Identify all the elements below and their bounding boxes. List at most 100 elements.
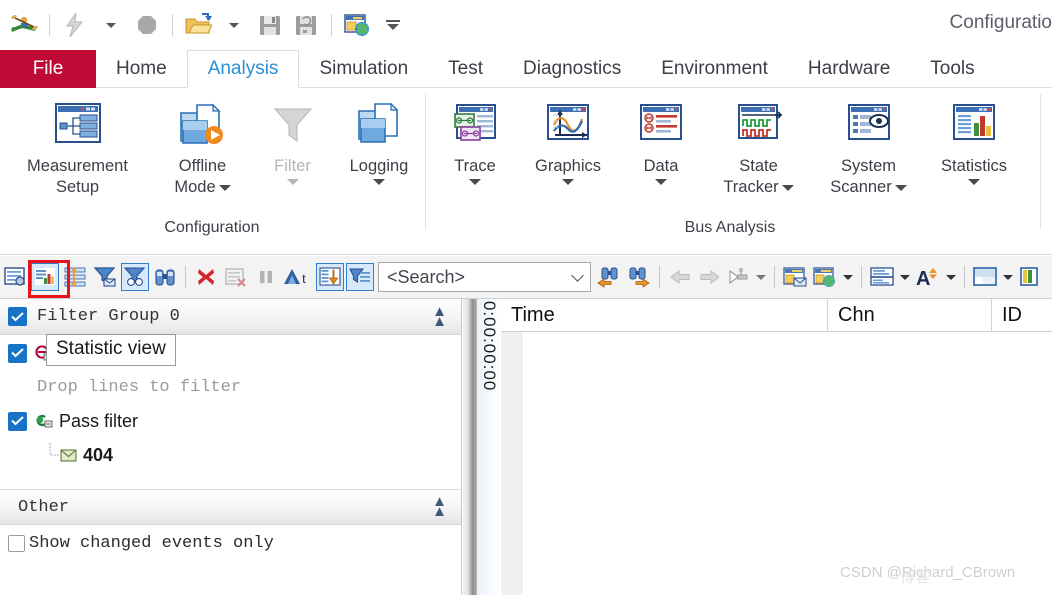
font-dropdown-icon[interactable] <box>944 263 958 291</box>
ribbon-button-offline-mode[interactable]: Offline Mode <box>155 96 250 198</box>
clear-window-icon[interactable] <box>192 263 220 291</box>
offline-mode-icon <box>177 96 229 152</box>
open-dropdown-icon[interactable] <box>217 8 251 42</box>
ribbon-label-line1: Offline <box>178 157 227 175</box>
column-layout-icon[interactable] <box>868 263 896 291</box>
ribbon-button-trace[interactable]: Trace <box>430 96 520 185</box>
find-config-icon[interactable] <box>1 263 29 291</box>
ribbon-body: Measurement Setup Offline Mode Filter Lo… <box>0 88 1052 255</box>
trace-gutter <box>501 332 523 595</box>
search-input[interactable]: <Search> <box>378 262 591 292</box>
export-dropdown-icon[interactable] <box>841 263 855 291</box>
tab-environment[interactable]: Environment <box>641 50 788 88</box>
chevron-down-icon[interactable] <box>218 184 231 191</box>
analysis-filter-icon[interactable] <box>121 263 149 291</box>
chevron-down-icon[interactable] <box>655 179 667 185</box>
tab-file[interactable]: File <box>0 50 96 88</box>
ribbon-button-data[interactable]: Data <box>616 96 706 185</box>
time-ruler-label: 0:00:00:00 <box>480 301 499 392</box>
trace-column-time[interactable]: Time <box>501 298 828 332</box>
flash-dropdown-icon[interactable] <box>94 8 128 42</box>
chevron-down-icon[interactable] <box>781 184 794 191</box>
ribbon-button-state-tracker[interactable]: State Tracker <box>706 96 811 198</box>
web-config-icon[interactable] <box>340 8 374 42</box>
filter-row-pass-filter[interactable]: Pass filter <box>0 403 461 439</box>
statistics-icon <box>948 96 1000 152</box>
trace-window: Time Chn ID <box>501 298 1052 595</box>
panel-dropdown-icon[interactable] <box>1001 263 1015 291</box>
relative-time-icon[interactable]: t <box>282 263 314 291</box>
filter-config-icon[interactable] <box>91 263 119 291</box>
remove-rows-icon[interactable] <box>222 263 250 291</box>
tab-diagnostics[interactable]: Diagnostics <box>503 50 641 88</box>
trace-column-id[interactable]: ID <box>992 299 1052 332</box>
ribbon-button-statistics[interactable]: Statistics <box>926 96 1022 185</box>
nav-forward-icon[interactable] <box>696 263 724 291</box>
pause-icon[interactable] <box>252 263 280 291</box>
font-size-icon[interactable]: A <box>914 263 942 291</box>
svg-text:A: A <box>916 268 930 288</box>
pass-filter-checkbox[interactable] <box>8 411 27 431</box>
color-legend-icon[interactable] <box>1017 263 1041 291</box>
ribbon-button-filter[interactable]: Filter <box>250 96 335 185</box>
binoculars-search-icon[interactable] <box>151 263 179 291</box>
open-folder-icon[interactable] <box>181 8 215 42</box>
filter-group-header[interactable]: Filter Group 0 ▲ ▲ <box>0 299 461 335</box>
marker-icon[interactable] <box>726 263 752 291</box>
filter-child-row[interactable]: 404 <box>0 439 461 471</box>
chevron-down-icon[interactable] <box>571 269 584 282</box>
chevron-down-icon[interactable] <box>469 179 481 185</box>
filter-group-checkbox[interactable] <box>8 307 27 326</box>
ribbon-button-graphics[interactable]: Graphics <box>520 96 616 185</box>
resize-rows-icon[interactable] <box>61 263 89 291</box>
tab-analysis[interactable]: Analysis <box>186 50 300 88</box>
save-window-icon[interactable] <box>781 263 809 291</box>
other-group-header[interactable]: Other ▲ ▲ <box>0 489 461 525</box>
stop-icon[interactable] <box>130 8 164 42</box>
time-ruler: 0:00:00:00 <box>477 299 501 595</box>
chevron-down-icon[interactable] <box>373 179 385 185</box>
trace-rows-area[interactable] <box>523 332 1052 595</box>
ribbon-label-line1: Graphics <box>534 157 602 175</box>
qat-overflow-icon[interactable] <box>376 8 410 42</box>
state-tracker-icon <box>733 96 785 152</box>
column-dropdown-icon[interactable] <box>898 263 912 291</box>
chevron-down-icon[interactable] <box>562 179 574 185</box>
system-scanner-icon <box>843 96 895 152</box>
tab-test[interactable]: Test <box>428 50 503 88</box>
apply-filter-icon[interactable] <box>346 263 374 291</box>
pass-filter-label: Pass filter <box>59 410 139 431</box>
graphics-window-icon <box>542 96 594 152</box>
search-back-icon[interactable] <box>595 263 623 291</box>
chevron-down-icon[interactable] <box>894 184 907 191</box>
stop-filter-checkbox[interactable] <box>8 343 27 363</box>
tab-hardware[interactable]: Hardware <box>788 50 910 88</box>
export-html-icon[interactable] <box>811 263 839 291</box>
chevron-up-icon[interactable]: ▲ ▲ <box>432 304 447 329</box>
statistic-view-icon[interactable] <box>31 263 59 291</box>
marker-dropdown-icon[interactable] <box>754 263 768 291</box>
app-logo-icon[interactable] <box>7 8 41 42</box>
tab-simulation[interactable]: Simulation <box>299 50 428 88</box>
toolbar-separator <box>861 266 862 288</box>
save-icon[interactable] <box>253 8 287 42</box>
show-changed-events-row[interactable]: Show changed events only <box>0 525 461 561</box>
trace-column-chn[interactable]: Chn <box>828 298 992 332</box>
panel-splitter[interactable] <box>463 299 477 595</box>
chevron-down-icon[interactable] <box>968 179 980 185</box>
chevron-down-icon[interactable] <box>286 179 299 185</box>
panel-layout-icon[interactable] <box>971 263 999 291</box>
ribbon-label-line2: Tracker <box>723 178 779 196</box>
ribbon-button-system-scanner[interactable]: System Scanner <box>811 96 926 198</box>
ribbon-button-logging[interactable]: Logging <box>335 96 423 185</box>
show-changed-events-checkbox[interactable] <box>8 534 25 552</box>
chevron-up-icon[interactable]: ▲ ▲ <box>432 494 447 519</box>
tab-home[interactable]: Home <box>96 50 187 88</box>
nav-back-icon[interactable] <box>666 263 694 291</box>
flash-icon[interactable] <box>58 8 92 42</box>
save-as-icon[interactable] <box>289 8 323 42</box>
ribbon-button-measurement-setup[interactable]: Measurement Setup <box>0 96 155 198</box>
search-forward-icon[interactable] <box>625 263 653 291</box>
tab-tools[interactable]: Tools <box>910 50 994 88</box>
export-rows-icon[interactable] <box>316 263 344 291</box>
